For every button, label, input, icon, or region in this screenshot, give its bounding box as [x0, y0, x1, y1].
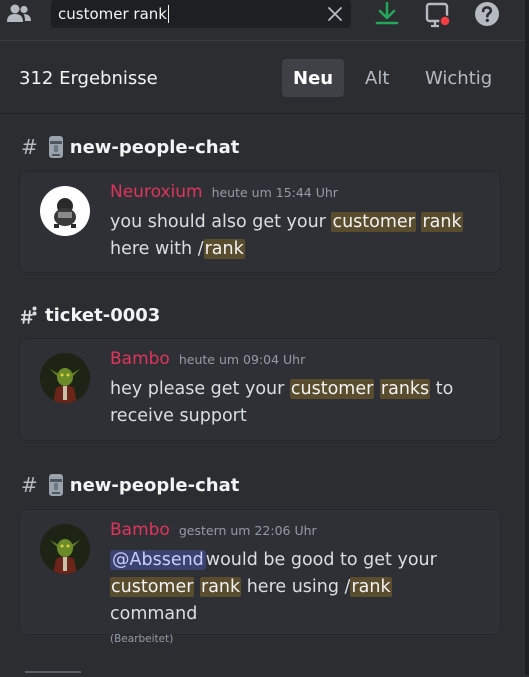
results-count: 312 Ergebnisse	[19, 68, 158, 89]
message-text: would be good to get your	[205, 550, 437, 570]
search-highlight: customer	[289, 379, 375, 399]
message-text: to	[430, 379, 454, 399]
thread-hash-icon	[21, 306, 37, 324]
message-timestamp: gestern um 22:06 Uhr	[178, 523, 317, 538]
sort-tab-wichtig[interactable]: Wichtig	[414, 59, 503, 97]
window-edge	[525, 0, 529, 675]
channel-hash-icon: #	[21, 473, 38, 497]
results-header: 312 Ergebnisse Neu Alt Wichtig	[0, 41, 525, 114]
search-highlight: rank	[203, 239, 245, 259]
avatar[interactable]	[40, 524, 90, 574]
message-text: you should also get your	[110, 212, 332, 232]
search-highlight: customer	[331, 212, 416, 232]
avatar[interactable]	[40, 186, 90, 236]
moai-icon	[48, 136, 63, 158]
message-author[interactable]: Neuroxium	[110, 182, 203, 202]
message-content: @Abssend would be good to get your custome…	[110, 547, 482, 646]
channel-name: new-people-chat	[69, 136, 240, 158]
message-text: here with /	[110, 239, 204, 259]
channel-heading[interactable]: ticket-0003	[21, 303, 160, 327]
channel-heading[interactable]: # new-people-chat	[21, 135, 239, 159]
sort-tab-neu[interactable]: Neu	[282, 59, 345, 97]
message-text: here using /	[241, 577, 351, 597]
download-icon[interactable]	[372, 0, 402, 28]
sort-tab-alt[interactable]: Alt	[354, 59, 400, 97]
message-author[interactable]: Bambo	[110, 349, 170, 369]
message-timestamp: heute um 15:44 Uhr	[211, 185, 338, 200]
moai-icon	[48, 474, 63, 496]
search-query-text: customer rank	[58, 4, 169, 24]
edited-label: (Bearbeitet)	[110, 633, 174, 645]
message-text: command	[110, 604, 198, 624]
search-input[interactable]: customer rank	[51, 0, 351, 28]
channel-hash-icon: #	[21, 135, 38, 159]
search-result-message[interactable]: Neuroxium heute um 15:44 Uhr you should …	[19, 171, 501, 273]
message-header: Bambo gestern um 22:06 Uhr	[110, 520, 317, 540]
inbox-window-icon[interactable]	[421, 0, 455, 30]
message-header: Bambo heute um 09:04 Uhr	[110, 349, 305, 369]
search-highlight: rank	[200, 577, 242, 597]
message-timestamp: heute um 09:04 Uhr	[178, 352, 306, 367]
message-text: receive support	[110, 406, 247, 426]
search-highlight: rank	[421, 212, 463, 232]
user-mention[interactable]: @Abssend	[110, 550, 206, 570]
search-result-message[interactable]: Bambo heute um 09:04 Uhr hey please get …	[19, 338, 501, 441]
channel-name: new-people-chat	[69, 474, 240, 496]
message-content: you should also get your customer rank he…	[110, 209, 482, 263]
search-toolbar: customer rank	[0, 0, 529, 30]
message-text: hey please get your	[110, 379, 290, 399]
message-author[interactable]: Bambo	[110, 520, 170, 540]
search-result-message[interactable]: Bambo gestern um 22:06 Uhr @Abssend would…	[19, 509, 501, 645]
message-content: hey please get your customer ranks to rec…	[110, 376, 482, 430]
help-icon[interactable]	[472, 0, 502, 28]
search-results-list: # new-people-chat Neuroxium heute um 15:…	[0, 115, 525, 675]
avatar[interactable]	[40, 353, 90, 403]
channel-name: ticket-0003	[45, 304, 161, 326]
search-highlight: customer	[110, 577, 195, 597]
search-highlight: ranks	[379, 379, 431, 399]
member-list-icon[interactable]	[4, 1, 34, 27]
close-icon[interactable]	[325, 4, 345, 24]
channel-heading[interactable]: # new-people-chat	[21, 473, 239, 497]
message-header: Neuroxium heute um 15:44 Uhr	[110, 182, 338, 202]
search-highlight: rank	[350, 577, 392, 597]
